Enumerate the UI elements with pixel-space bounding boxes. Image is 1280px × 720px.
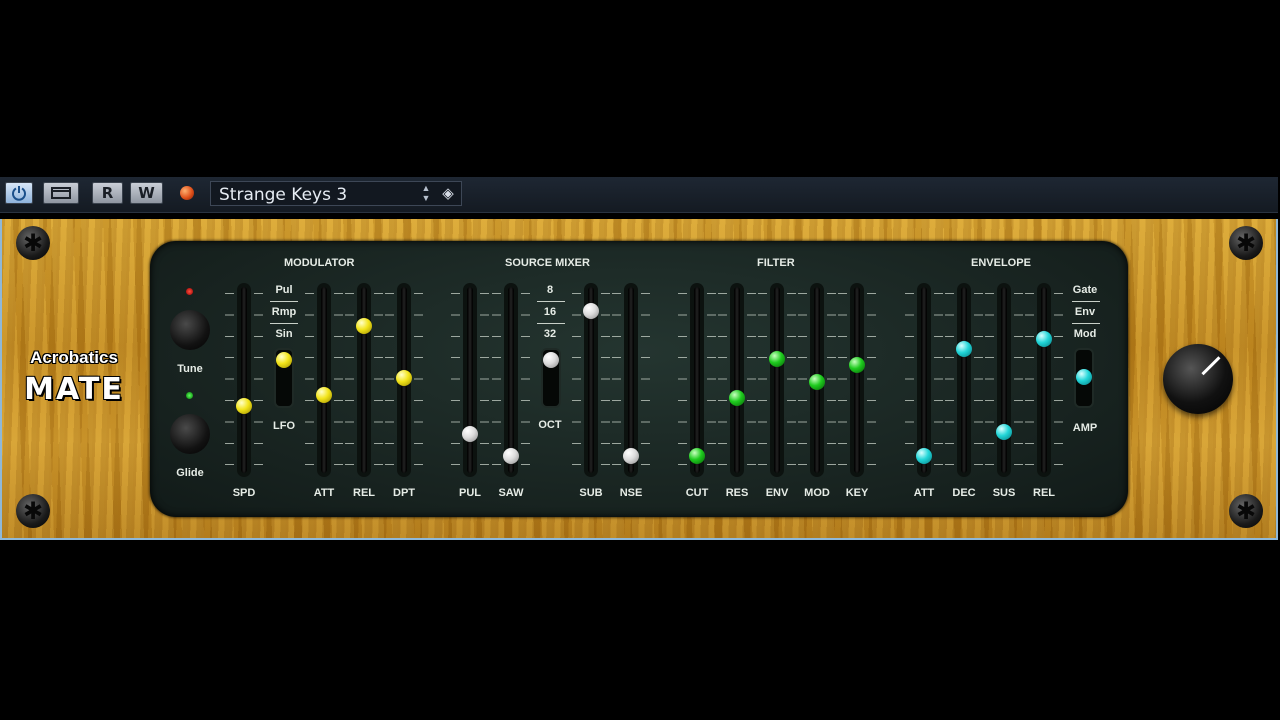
tune-knob[interactable] xyxy=(170,310,210,350)
slider-env-rel-handle[interactable] xyxy=(1036,331,1052,348)
slider-spd-track[interactable] xyxy=(241,287,247,473)
screw-icon xyxy=(16,494,50,528)
slider-env-track[interactable] xyxy=(774,287,780,473)
screw-icon xyxy=(16,226,50,260)
divider xyxy=(1072,323,1100,324)
slider-sub-label: SUB xyxy=(579,487,603,499)
slider-dec-track[interactable] xyxy=(961,287,967,473)
octave-switch-handle[interactable] xyxy=(543,352,559,368)
screw-icon xyxy=(1229,494,1263,528)
section-filter: FILTER xyxy=(757,257,795,269)
slider-spd-label: SPD xyxy=(232,487,256,499)
divider xyxy=(270,301,298,302)
master-volume-knob[interactable] xyxy=(1163,344,1233,414)
slider-mod-att-label: ATT xyxy=(313,487,335,499)
lfo-option-rmp[interactable]: Rmp xyxy=(264,306,304,318)
read-automation-button[interactable]: R xyxy=(92,182,123,204)
slider-sus-track[interactable] xyxy=(1001,287,1007,473)
divider xyxy=(1072,301,1100,302)
slider-key-track[interactable] xyxy=(854,287,860,473)
section-envelope: ENVELOPE xyxy=(971,257,1031,269)
lfo-option-sin[interactable]: Sin xyxy=(264,328,304,340)
preset-up-down-arrows-icon[interactable]: ▲ ▼ xyxy=(419,183,433,204)
slider-pul-track[interactable] xyxy=(467,287,473,473)
divider xyxy=(537,323,565,324)
write-automation-button[interactable]: W xyxy=(130,182,163,204)
slider-res-track[interactable] xyxy=(734,287,740,473)
tune-led xyxy=(186,288,193,295)
oct-option-16[interactable]: 16 xyxy=(530,306,570,318)
logo-brand: Acrobatics xyxy=(30,348,118,367)
slider-pul-label: PUL xyxy=(459,487,481,499)
preset-menu-icon[interactable]: ◈ xyxy=(439,184,457,203)
slider-mod-att-track[interactable] xyxy=(321,287,327,473)
slider-key-label: KEY xyxy=(845,487,869,499)
section-modulator: MODULATOR xyxy=(284,257,355,269)
slider-nse-label: NSE xyxy=(619,487,643,499)
slider-env-rel-label: REL xyxy=(1033,487,1055,499)
record-indicator[interactable] xyxy=(180,186,194,200)
slider-mod-att-handle[interactable] xyxy=(316,386,332,403)
slider-dpt-label: DPT xyxy=(393,487,415,499)
preset-name: Strange Keys 3 xyxy=(219,185,348,205)
slider-cut-label: CUT xyxy=(685,487,709,499)
slider-res-label: RES xyxy=(725,487,749,499)
oct-option-8[interactable]: 8 xyxy=(530,284,570,296)
bypass-button[interactable] xyxy=(43,182,79,204)
slider-spd-handle[interactable] xyxy=(236,397,252,414)
slider-mod-rel-handle[interactable] xyxy=(356,318,372,335)
slider-res-handle[interactable] xyxy=(729,389,745,406)
slider-env-rel-track[interactable] xyxy=(1041,287,1047,473)
slider-fmod-handle[interactable] xyxy=(809,373,825,390)
divider xyxy=(537,301,565,302)
amp-label: AMP xyxy=(1072,422,1098,434)
slider-fmod-label: MOD xyxy=(804,487,830,499)
logo-product: MATE xyxy=(24,372,124,407)
oct-label: OCT xyxy=(538,419,562,431)
slider-pul-handle[interactable] xyxy=(462,425,478,442)
lfo-switch-handle[interactable] xyxy=(276,352,292,368)
slider-dec-label: DEC xyxy=(952,487,976,499)
bypass-icon xyxy=(51,187,71,199)
screw-icon xyxy=(1229,226,1263,260)
lfo-label: LFO xyxy=(273,420,295,432)
divider xyxy=(270,323,298,324)
slider-saw-track[interactable] xyxy=(508,287,514,473)
amp-option-env[interactable]: Env xyxy=(1065,306,1105,318)
slider-saw-label: SAW xyxy=(498,487,524,499)
slider-nse-track[interactable] xyxy=(628,287,634,473)
amp-option-mod[interactable]: Mod xyxy=(1065,328,1105,340)
slider-env-att-track[interactable] xyxy=(921,287,927,473)
slider-mod-rel-track[interactable] xyxy=(361,287,367,473)
glide-led xyxy=(186,392,193,399)
power-button[interactable] xyxy=(5,182,33,204)
amp-option-gate[interactable]: Gate xyxy=(1065,284,1105,296)
slider-mod-rel-label: REL xyxy=(353,487,375,499)
preset-selector[interactable]: Strange Keys 3 ▲ ▼ ◈ xyxy=(210,181,462,206)
tune-label: Tune xyxy=(177,363,203,375)
glide-label: Glide xyxy=(176,467,204,479)
lfo-option-pul[interactable]: Pul xyxy=(264,284,304,296)
oct-option-32[interactable]: 32 xyxy=(530,328,570,340)
glide-knob[interactable] xyxy=(170,414,210,454)
slider-env-handle[interactable] xyxy=(769,350,785,367)
slider-env-att-label: ATT xyxy=(913,487,935,499)
amp-switch-handle[interactable] xyxy=(1076,369,1092,385)
section-source-mixer: SOURCE MIXER xyxy=(505,257,590,269)
slider-sus-label: SUS xyxy=(992,487,1016,499)
slider-cut-track[interactable] xyxy=(694,287,700,473)
slider-dec-handle[interactable] xyxy=(956,340,972,357)
slider-env-label: ENV xyxy=(765,487,789,499)
slider-sus-handle[interactable] xyxy=(996,424,1012,441)
power-icon xyxy=(12,186,26,201)
